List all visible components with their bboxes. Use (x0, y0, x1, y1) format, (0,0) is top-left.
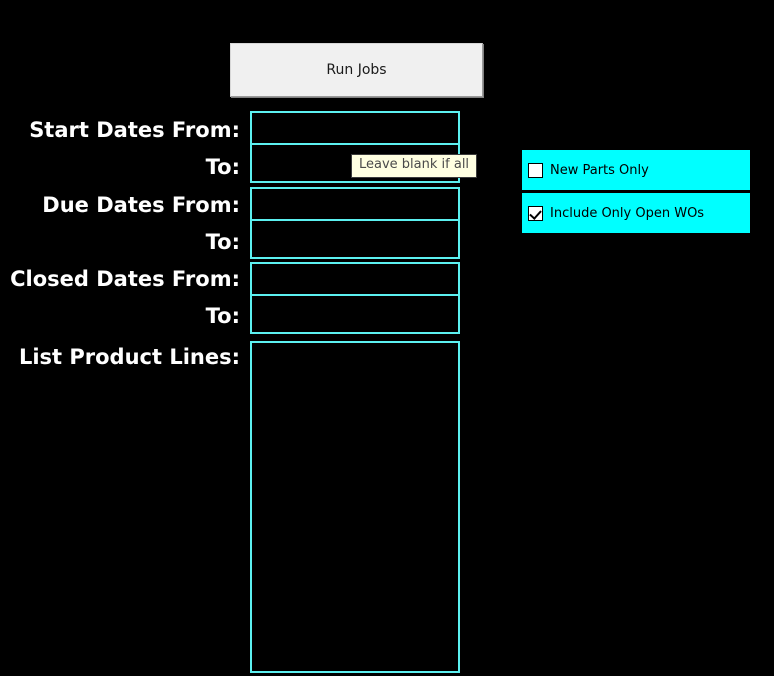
label-due-dates-from: Due Dates From: (42, 193, 240, 217)
due-dates-field-group (250, 187, 460, 259)
start-dates-from-input[interactable] (252, 113, 458, 145)
label-start-dates-from: Start Dates From: (29, 118, 240, 142)
label-start-dates-to: To: (205, 155, 240, 179)
closed-dates-to-input[interactable] (252, 296, 458, 328)
checkbox-include-only-open-wos[interactable] (528, 205, 543, 221)
label-closed-dates-to: To: (205, 304, 240, 328)
option-label-include-only-open-wos: Include Only Open WOs (550, 205, 705, 221)
option-new-parts-only[interactable]: New Parts Only (522, 150, 750, 190)
option-include-only-open-wos[interactable]: Include Only Open WOs (522, 193, 750, 233)
option-label-new-parts-only: New Parts Only (550, 162, 649, 178)
closed-dates-field-group (250, 262, 460, 334)
list-product-lines-textarea[interactable] (250, 341, 460, 673)
label-due-dates-to: To: (205, 230, 240, 254)
leave-blank-tooltip: Leave blank if all (351, 154, 478, 178)
label-list-product-lines: List Product Lines: (18, 345, 240, 369)
label-closed-dates-from: Closed Dates From: (10, 267, 240, 291)
due-dates-to-input[interactable] (252, 221, 458, 253)
due-dates-from-input[interactable] (252, 189, 458, 221)
checkbox-new-parts-only[interactable] (528, 162, 543, 178)
run-jobs-button[interactable]: Run Jobs (230, 43, 483, 97)
run-jobs-form-window: Run Jobs Start Dates From: To: Due Dates… (0, 0, 774, 676)
closed-dates-from-input[interactable] (252, 264, 458, 296)
